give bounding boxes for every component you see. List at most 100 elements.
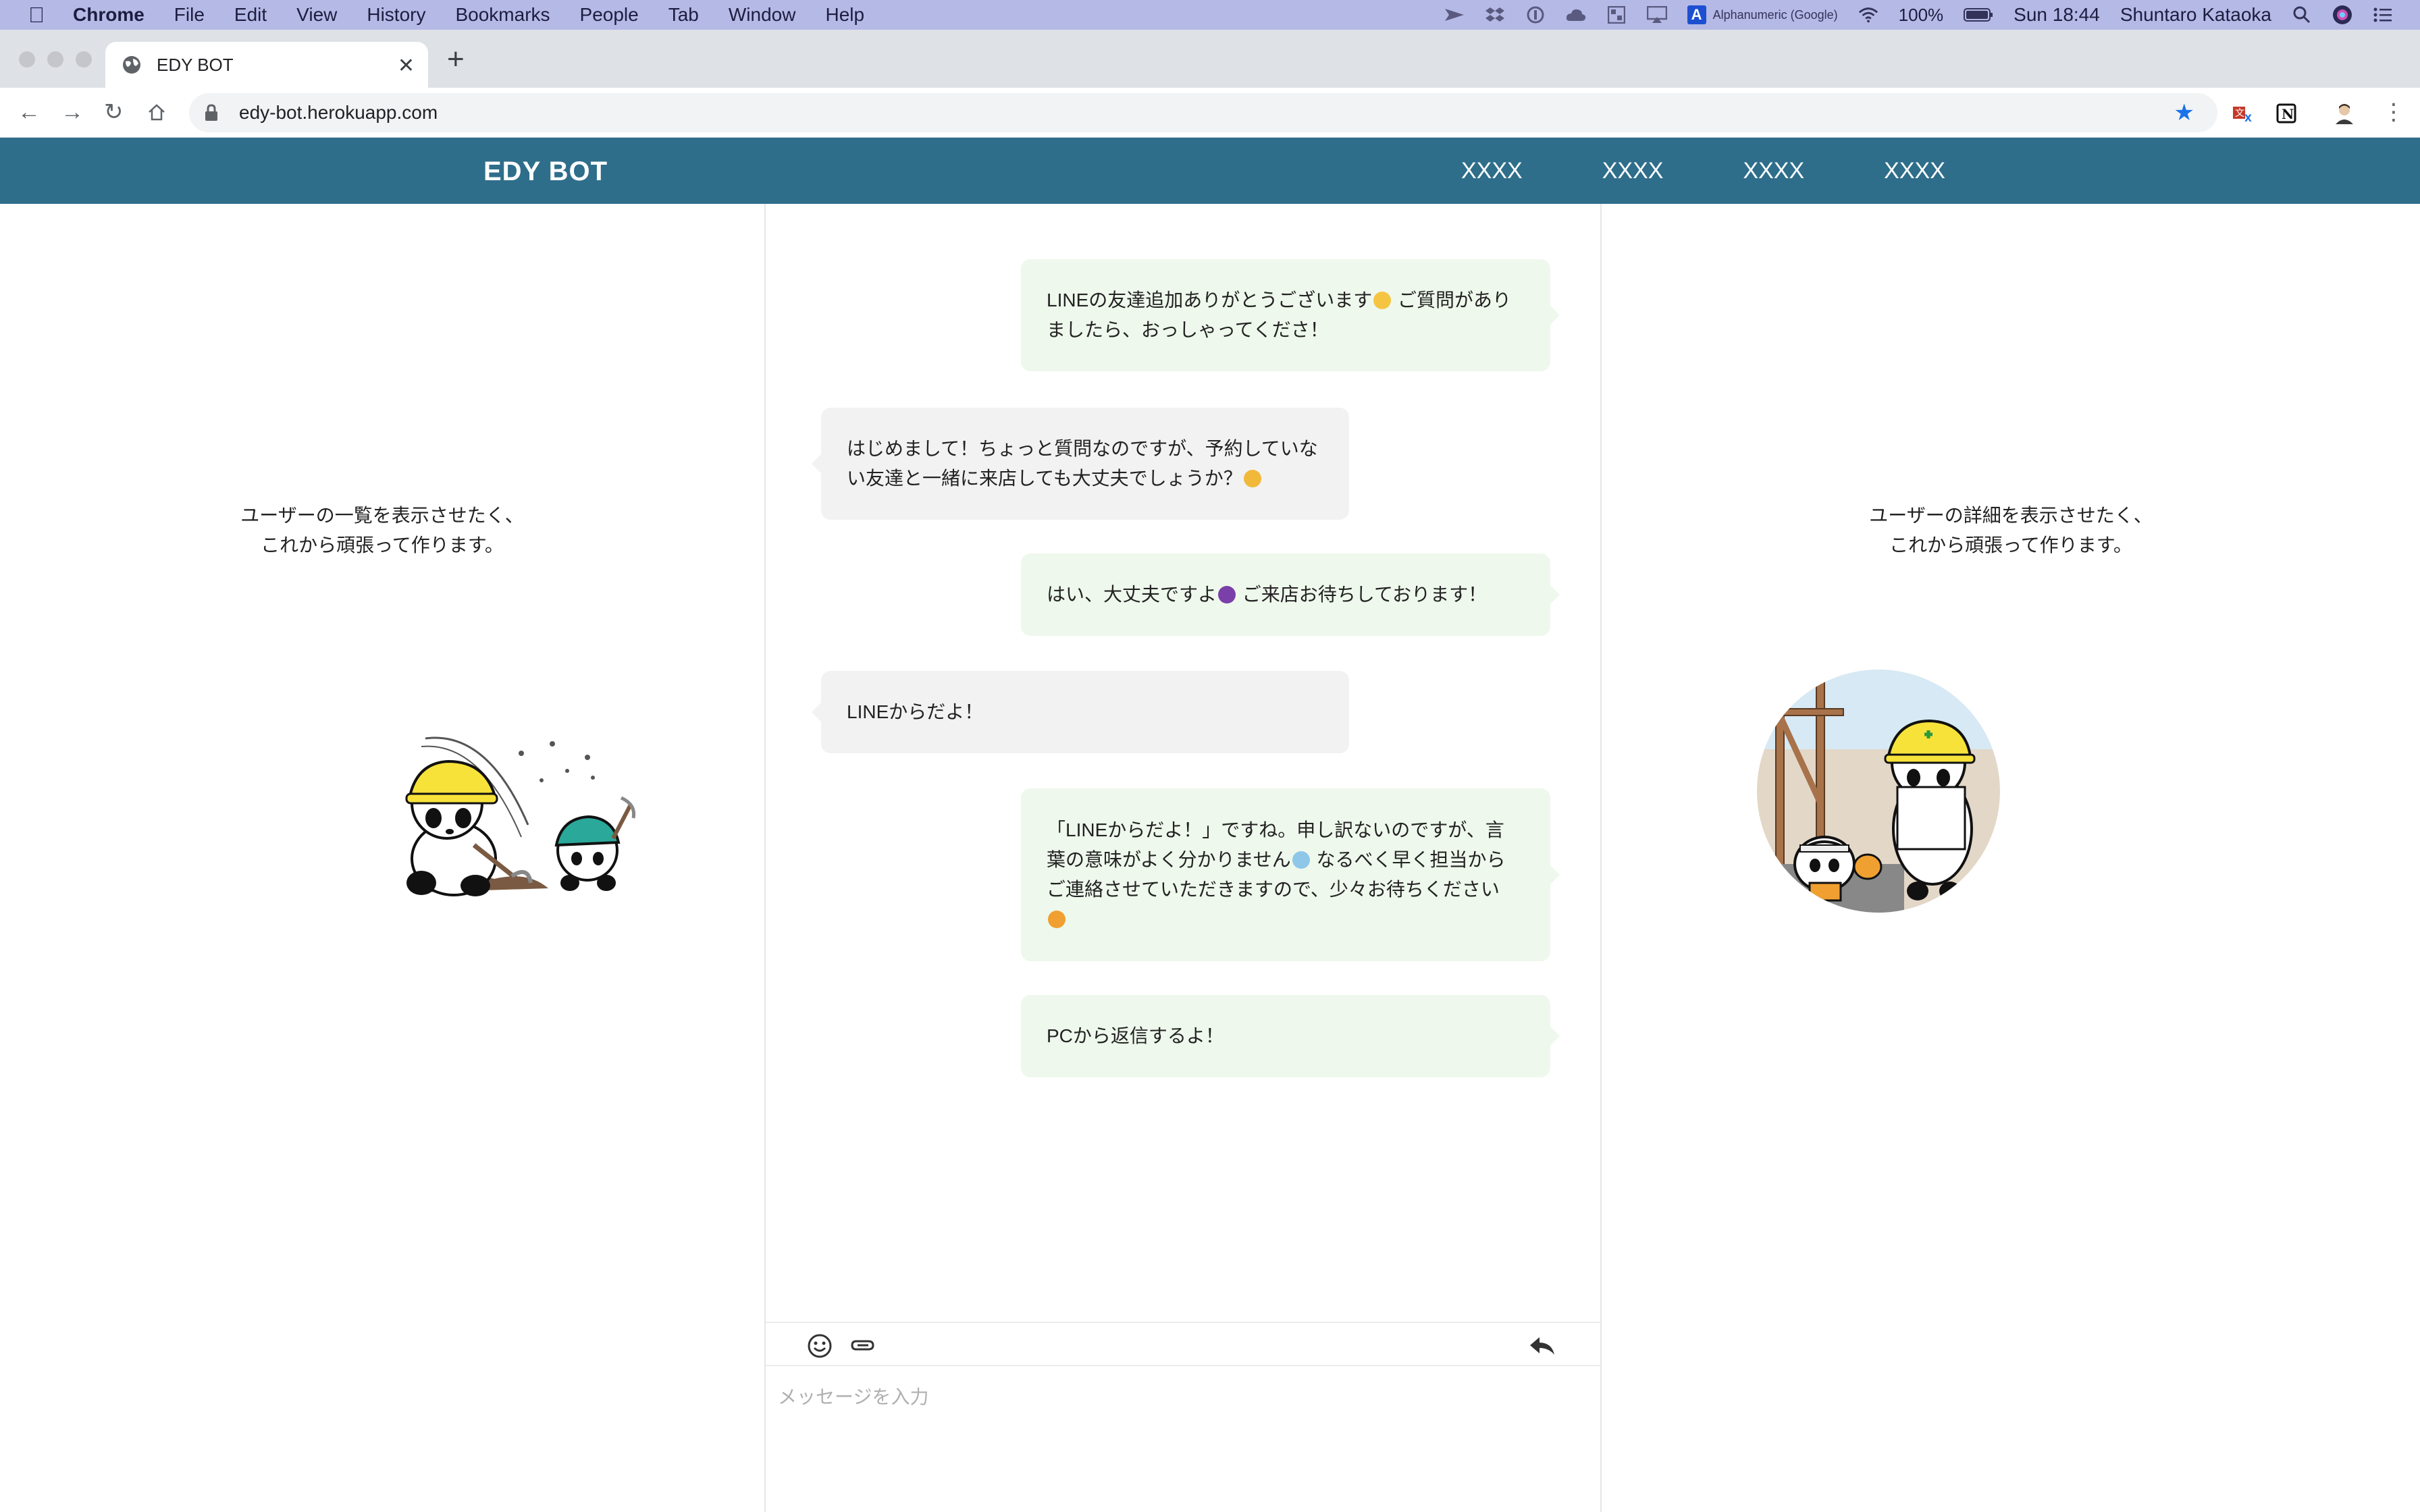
menu-help[interactable]: Help [825,4,864,26]
input-source-label: Alphanumeric (Google) [1712,7,1838,22]
dropbox-icon[interactable] [1485,6,1505,24]
home-icon[interactable] [147,99,166,128]
user-detail-placeholder: ユーザーの詳細を表示させたく、 これから頑張って作ります。 [1602,501,2420,560]
nav-link-1[interactable]: XXXX [1461,158,1523,184]
siri-icon[interactable] [2332,5,2352,24]
browser-toolbar: ← → ↻ edy-bot.herokuapp.com ★ 文X N ⋮ [0,88,2420,138]
message-text: はい、大丈夫ですよ [1047,584,1217,605]
reply-send-icon[interactable] [1529,1332,1556,1359]
back-icon[interactable]: ← [18,99,41,126]
app-nav: XXXX XXXX XXXX XXXX [1461,158,2025,184]
message-text: はじめまして！ちょっと質問なのですが、予約していな [847,438,1318,459]
chat-message-user: はじめまして！ちょっと質問なのですが、予約していな い友達と一緒に来店しても大丈… [812,408,1349,520]
wifi-icon[interactable] [1858,6,1878,24]
emoji-picker-icon[interactable] [806,1332,833,1359]
input-source-icon[interactable]: A [1687,5,1706,24]
placeholder-line-2: これから頑張って作ります。 [1889,535,2132,556]
chat-message-bot: 「LINEからだよ！」ですね。申し訳ないのですが、言 葉の意味がよく分かりません… [1021,788,1560,961]
menu-window[interactable]: Window [729,4,796,26]
message-text: ご質問があり [1392,290,1512,310]
message-text: ご連絡させていただきますので、少々お待ちください [1047,879,1500,900]
svg-text:X: X [2244,113,2252,123]
bookmark-star-icon[interactable]: ★ [2174,101,2194,124]
svg-text:N: N [2282,106,2294,122]
status-area: A Alphanumeric (Google) 100% Sun 18:44 S… [1444,0,2393,30]
zoom-window-button[interactable] [76,51,92,68]
placeholder-line-2: これから頑張って作ります。 [261,535,504,556]
tab-edy-bot[interactable]: EDY BOT ✕ [105,42,428,88]
chat-message-user: LINEからだよ！ [812,671,1349,753]
message-text: 葉の意味がよく分かりません [1047,849,1291,870]
user-detail-panel: ユーザーの詳細を表示させたく、 これから頑張って作ります。 [1602,204,2420,1512]
message-text: 「LINEからだよ！」ですね。申し訳ないのですが、言 [1047,819,1504,840]
new-tab-button[interactable]: + [447,45,465,74]
nav-link-2[interactable]: XXXX [1602,158,1664,184]
macos-menu-bar:  Chrome File Edit View History Bookmark… [0,0,2420,30]
address-bar[interactable]: edy-bot.herokuapp.com ★ [189,93,2217,132]
user-list-placeholder: ユーザーの一覧を表示させたく、 これから頑張って作ります。 [0,501,764,560]
message-input[interactable] [766,1366,1600,1512]
nav-link-3[interactable]: XXXX [1743,158,1804,184]
forward-icon[interactable]: → [61,99,84,126]
composer-toolbar [766,1322,1600,1366]
menu-view[interactable]: View [296,4,337,26]
reload-icon[interactable]: ↻ [104,99,124,126]
message-text: PCから返信するよ！ [1047,1025,1224,1046]
menu-tab[interactable]: Tab [668,4,699,26]
bowing-emoji-icon [1048,911,1066,928]
nav-link-4[interactable]: XXXX [1884,158,1945,184]
notification-center-icon[interactable] [2373,6,2393,24]
user-list-panel: ユーザーの一覧を表示させたく、 これから頑張って作ります。 [0,204,764,1512]
panda-digging-illustration [405,736,636,896]
placeholder-line-1: ユーザーの詳細を表示させたく、 [1869,505,2153,526]
globe-icon [122,55,142,75]
brand-logo[interactable]: EDY BOT [483,157,608,187]
notion-extension-icon[interactable]: N [2274,101,2298,126]
chat-panel: LINEの友達追加ありがとうございます ご質問があり ましたら、おっしゃってくだ… [764,204,1602,1512]
menu-people[interactable]: People [580,4,639,26]
message-text: い友達と一緒に来店しても大丈夫でしょうか？ [847,468,1242,489]
cloud-icon[interactable] [1566,6,1586,24]
bowing-emoji-icon [1218,586,1236,603]
placeholder-line-1: ユーザーの一覧を表示させたく、 [240,505,524,526]
onepassword-icon[interactable] [1525,6,1546,24]
battery-icon[interactable] [1964,6,1993,24]
thinking-emoji-icon [1243,470,1261,487]
apple-menu-icon[interactable]:  [0,3,73,28]
grinning-emoji-icon [1373,292,1392,309]
close-tab-icon[interactable]: ✕ [398,54,415,78]
spotlight-search-icon[interactable] [2292,6,2312,24]
message-text: なるべく早く担当から [1311,849,1506,870]
airplay-icon[interactable] [1646,6,1667,24]
url-text: edy-bot.herokuapp.com [239,102,438,123]
minimize-window-button[interactable] [47,51,63,68]
message-text: ましたら、おっしゃってくださ！ [1047,319,1329,340]
menu-chrome[interactable]: Chrome [73,4,144,26]
message-text: ご来店お待ちしております！ [1237,584,1488,605]
clock[interactable]: Sun 18:44 [2014,4,2100,26]
lock-icon[interactable] [204,104,221,122]
message-text: LINEからだよ！ [847,701,984,722]
profile-avatar[interactable] [2332,101,2357,126]
chrome-menu-icon[interactable]: ⋮ [2382,99,2405,126]
panda-construction-illustration [1757,670,2000,913]
tab-strip: EDY BOT ✕ + [0,30,2420,88]
paper-plane-icon[interactable] [1444,6,1465,24]
svg-text:文: 文 [2235,108,2244,119]
close-window-button[interactable] [19,51,35,68]
menu-bookmarks[interactable]: Bookmarks [455,4,550,26]
chat-message-bot: はい、大丈夫ですよ ご来店お待ちしております！ [1021,554,1560,636]
menu-edit[interactable]: Edit [234,4,267,26]
message-text: LINEの友達追加ありがとうございます [1047,290,1373,310]
window-grid-icon[interactable] [1606,6,1627,24]
tab-title: EDY BOT [157,54,234,75]
sweat-emoji-icon [1292,851,1310,869]
menu-file[interactable]: File [174,4,205,26]
chat-message-bot: LINEの友達追加ありがとうございます ご質問があり ましたら、おっしゃってくだ… [1021,259,1560,371]
menu-history[interactable]: History [367,4,425,26]
translate-extension-icon[interactable]: 文X [2231,101,2255,126]
user-name[interactable]: Shuntaro Kataoka [2120,4,2271,26]
chat-message-bot: PCから返信するよ！ [1021,995,1560,1077]
paperclip-icon[interactable] [849,1332,876,1359]
battery-percent: 100% [1898,4,1944,25]
